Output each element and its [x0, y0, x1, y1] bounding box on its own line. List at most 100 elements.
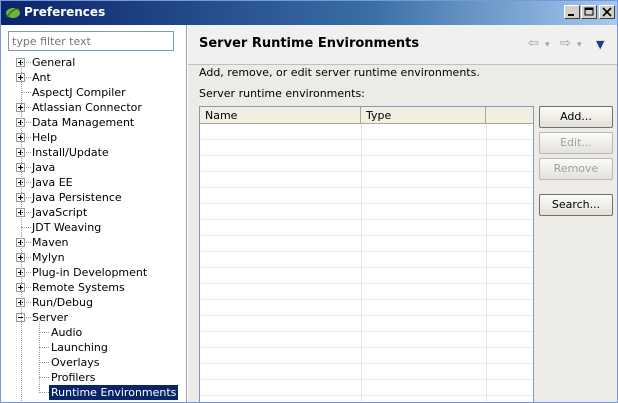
column-divider — [486, 124, 487, 402]
tree-item[interactable]: General — [1, 55, 187, 70]
tree-item-label: Server — [32, 311, 69, 324]
tree-item[interactable]: Server — [1, 310, 187, 325]
search-button[interactable]: Search... — [539, 194, 613, 216]
column-header-filler — [486, 107, 533, 124]
tree-item[interactable]: Plug-in Development — [1, 265, 187, 280]
remove-button[interactable]: Remove — [539, 158, 613, 180]
back-arrow-icon[interactable]: ⇦ — [528, 36, 539, 51]
tree-connector — [21, 58, 22, 402]
tree-item-label: Atlassian Connector — [32, 101, 142, 114]
tree-connector — [26, 137, 31, 138]
tree-item[interactable]: Remote Systems — [1, 280, 187, 295]
tree-item-label: Ant — [32, 71, 51, 84]
tree-item[interactable]: Install/Update — [1, 145, 187, 160]
tree-item[interactable]: Java — [1, 160, 187, 175]
eclipse-leaf-icon — [6, 8, 20, 18]
tree-item[interactable]: Atlassian Connector — [1, 100, 187, 115]
table-row[interactable] — [200, 316, 533, 332]
tree-item[interactable]: JDT Weaving — [1, 220, 187, 235]
tree-item[interactable]: Launching — [1, 340, 187, 355]
tree-connector — [39, 362, 49, 363]
maximize-button[interactable] — [581, 5, 597, 19]
tree-item[interactable]: Overlays — [1, 355, 187, 370]
table-row[interactable] — [200, 284, 533, 300]
maximize-icon — [584, 7, 594, 16]
tree-item[interactable]: Profilers — [1, 370, 187, 385]
preference-page: Server Runtime Environments ⇦ ▾ ⇨ ▾ ▼ Ad… — [188, 25, 617, 402]
filter-input[interactable] — [8, 31, 174, 51]
tree-item[interactable]: Help — [1, 130, 187, 145]
column-header-name[interactable]: Name — [200, 107, 361, 124]
tree-item-label: Launching — [51, 341, 108, 354]
tree-connector — [26, 182, 31, 183]
tree-item-label: JavaScript — [32, 206, 88, 219]
tree-item-label: Java Persistence — [32, 191, 122, 204]
page-header: Server Runtime Environments ⇦ ▾ ⇨ ▾ ▼ — [188, 25, 617, 65]
preferences-window: Preferences General Ant AspectJ Compiler At… — [0, 0, 618, 403]
tree-connector — [26, 302, 31, 303]
table-row[interactable] — [200, 140, 533, 156]
tree-connector — [26, 107, 31, 108]
table-row[interactable] — [200, 220, 533, 236]
tree-item[interactable]: JavaScript — [1, 205, 187, 220]
tree-connector — [26, 167, 31, 168]
add-button[interactable]: Add... — [539, 106, 613, 128]
table-row[interactable] — [200, 396, 533, 402]
tree-item[interactable]: AspectJ Compiler — [1, 85, 187, 100]
tree-item-label: Maven — [32, 236, 69, 249]
tree-item[interactable]: Ant — [1, 70, 187, 85]
table-row[interactable] — [200, 300, 533, 316]
table-row[interactable] — [200, 348, 533, 364]
tree-connector — [26, 242, 31, 243]
table-row[interactable] — [200, 364, 533, 380]
tree-item[interactable]: Java Persistence — [1, 190, 187, 205]
tree-item-label: General — [32, 56, 76, 69]
close-button[interactable] — [599, 5, 615, 19]
title-bar[interactable]: Preferences — [1, 1, 617, 25]
tree-item-label: Runtime Environments — [49, 385, 179, 400]
tree-item-label: Help — [32, 131, 58, 144]
tree-connector — [39, 377, 49, 378]
forward-dropdown-icon[interactable]: ▾ — [577, 40, 582, 50]
table-row[interactable] — [200, 380, 533, 396]
tree-connector — [26, 257, 31, 258]
tree-item[interactable]: Runtime Environments — [1, 385, 187, 400]
tree-item[interactable]: Mylyn — [1, 250, 187, 265]
tree-connector — [26, 197, 31, 198]
table-row[interactable] — [200, 172, 533, 188]
tree-item[interactable]: Data Management — [1, 115, 187, 130]
tree-connector — [21, 92, 31, 93]
table-row[interactable] — [200, 268, 533, 284]
table-row[interactable] — [200, 156, 533, 172]
tree-item[interactable]: Java EE — [1, 175, 187, 190]
table-row[interactable] — [200, 236, 533, 252]
page-description: Add, remove, or edit server runtime envi… — [199, 66, 480, 79]
view-menu-icon[interactable]: ▼ — [596, 38, 604, 51]
runtime-environments-table[interactable]: Name Type — [199, 106, 534, 402]
tree-item-label: Audio — [51, 326, 83, 339]
minimize-button[interactable] — [564, 5, 580, 19]
runtime-environments-label: Server runtime environments: — [199, 87, 365, 100]
table-row[interactable] — [200, 188, 533, 204]
tree-item[interactable]: Maven — [1, 235, 187, 250]
table-row[interactable] — [200, 252, 533, 268]
tree-connector — [39, 322, 40, 393]
tree-item-label: AspectJ Compiler — [32, 86, 126, 99]
column-header-type[interactable]: Type — [361, 107, 486, 124]
tree-connector — [21, 227, 31, 228]
tree-item[interactable]: Audio — [1, 325, 187, 340]
tree-connector — [39, 392, 49, 393]
table-row[interactable] — [200, 204, 533, 220]
tree-item-label: Run/Debug — [32, 296, 93, 309]
forward-arrow-icon[interactable]: ⇨ — [560, 36, 571, 51]
table-row[interactable] — [200, 332, 533, 348]
tree-connector — [26, 317, 31, 318]
tree-connector — [26, 287, 31, 288]
back-dropdown-icon[interactable]: ▾ — [545, 40, 550, 50]
tree-item[interactable]: Run/Debug — [1, 295, 187, 310]
edit-button[interactable]: Edit... — [539, 132, 613, 154]
tree-item-label: JDT Weaving — [32, 221, 102, 234]
tree-connector — [26, 62, 31, 63]
table-row[interactable] — [200, 124, 533, 140]
tree-connector — [26, 212, 31, 213]
